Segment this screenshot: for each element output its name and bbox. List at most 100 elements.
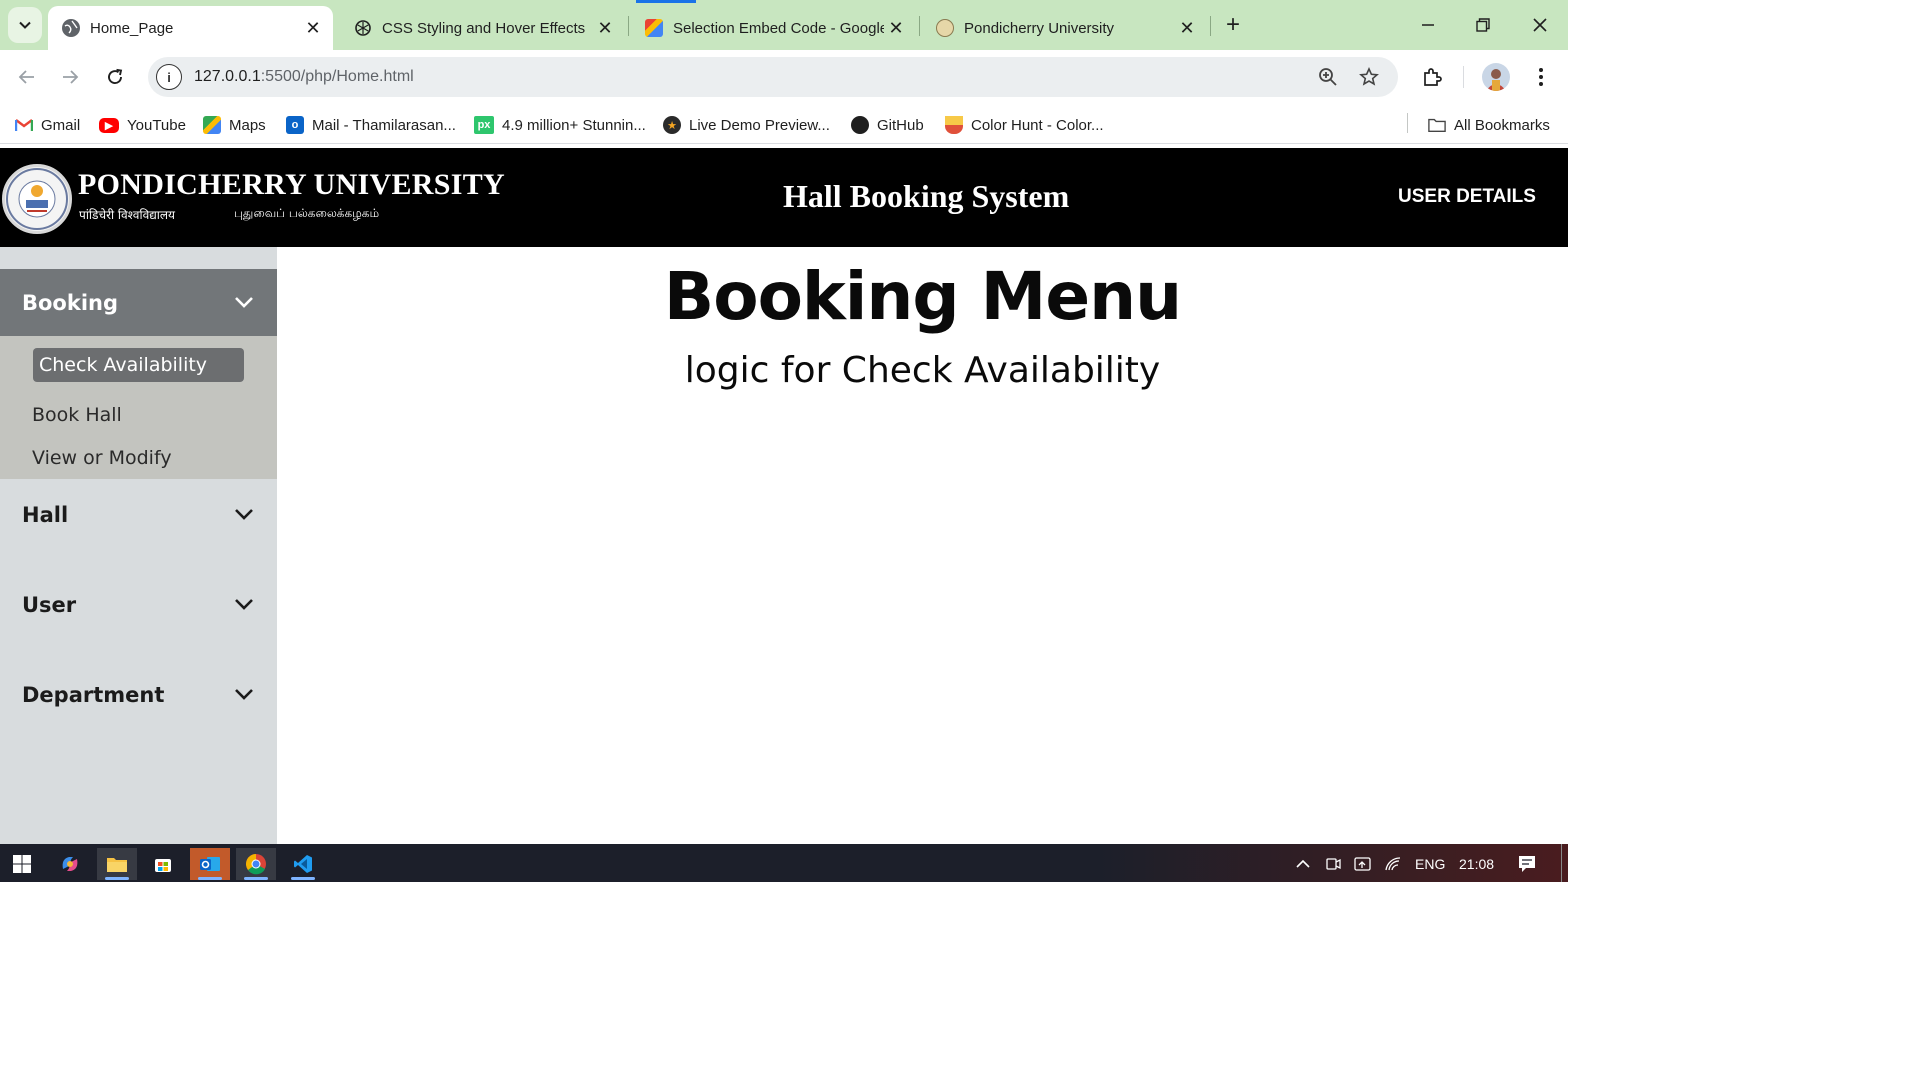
gmail-icon [15,116,33,134]
tab-loading-indicator [636,0,696,3]
github-icon [851,116,869,134]
clock-time[interactable]: 21:08 [1459,856,1494,872]
sidebar-section-hall[interactable]: Hall [0,481,277,548]
submenu-item-book-hall[interactable]: Book Hall [32,404,122,426]
browser-menu-icon[interactable] [1527,63,1555,91]
colorhunt-icon [945,116,963,134]
url-host: 127.0.0.1 [194,68,261,85]
university-name-english: PONDICHERRY UNIVERSITY [78,168,505,201]
chevron-down-icon [235,689,253,700]
notifications-icon[interactable] [1507,848,1547,880]
page-subtitle: logic for Check Availability [684,350,1161,391]
tab-separator [1210,16,1211,36]
bookmark-label: Mail - Thamilarasan... [312,116,456,134]
all-bookmarks-button[interactable]: All Bookmarks [1428,114,1550,136]
back-arrow-icon[interactable] [12,62,42,92]
maps-icon [203,116,221,134]
url-path: :5500/php/Home.html [260,68,414,85]
bookmark-gmail[interactable]: Gmail [15,114,80,136]
windows-taskbar: ENG 21:08 [0,844,1568,882]
close-tab-icon[interactable]: ✕ [884,16,908,40]
toolbar-separator [1463,66,1464,88]
bookmark-label: All Bookmarks [1454,116,1550,134]
bookmark-star-icon[interactable] [1357,65,1381,89]
tab-selection-embed[interactable]: Selection Embed Code - Google ✕ [631,6,916,50]
sidebar-section-label: Booking [22,290,119,315]
page-title: Booking Menu [663,258,1182,335]
close-window-icon[interactable] [1525,10,1555,40]
sidebar-section-user[interactable]: User [0,571,277,638]
university-name-tamil: புதுவைப் பல்கலைக்கழகம் [234,206,380,220]
tab-pondicherry-university[interactable]: Pondicherry University ✕ [922,6,1207,50]
outlook-icon: o [286,116,304,134]
bookmark-color-hunt[interactable]: Color Hunt - Color... [945,114,1104,136]
vscode-icon[interactable] [283,848,323,880]
zoom-icon[interactable] [1316,65,1340,89]
bookmark-label: Live Demo Preview... [689,116,830,134]
sidebar-section-label: Department [22,682,165,707]
tab-title: CSS Styling and Hover Effects [382,19,586,37]
bookmark-github[interactable]: GitHub [851,114,924,136]
address-bar[interactable]: i 127.0.0.1:5500/php/Home.html [148,57,1398,97]
chevron-down-icon [235,297,253,308]
copilot-icon[interactable] [50,848,90,880]
forward-arrow-icon[interactable] [55,62,85,92]
bookmark-label: 4.9 million+ Stunnin... [502,116,646,134]
sidebar-section-label: Hall [22,502,69,527]
microsoft-store-icon[interactable] [143,848,183,880]
tab-title: Pondicherry University [964,19,1115,37]
site-info-icon[interactable]: i [156,64,182,90]
outlook-taskbar-icon[interactable] [190,848,230,880]
user-details-link[interactable]: USER DETAILS [1398,186,1536,208]
submenu-item-check-availability[interactable]: Check Availability [33,348,244,382]
bookmark-label: Maps [229,116,266,134]
chevron-down-icon [235,599,253,610]
university-seal-logo [2,164,72,234]
chrome-taskbar-icon[interactable] [236,848,276,880]
folder-icon [1428,116,1446,134]
chevron-down-icon [235,509,253,520]
globe-icon [62,19,80,37]
youtube-icon: ▶ [99,117,119,133]
bookmark-label: YouTube [127,116,186,134]
new-tab-button[interactable]: + [1220,10,1246,40]
tab-css-styling[interactable]: CSS Styling and Hover Effects ✕ [340,6,625,50]
tab-search-button[interactable] [8,7,42,43]
restore-icon[interactable] [1468,10,1498,40]
profile-avatar[interactable] [1482,63,1510,91]
tab-title: Home_Page [90,19,174,37]
bookmark-outlook-mail[interactable]: o Mail - Thamilarasan... [286,114,456,136]
close-tab-icon[interactable]: ✕ [301,16,325,40]
bookmark-maps[interactable]: Maps [203,114,266,136]
sidebar-section-department[interactable]: Department [0,661,277,728]
url-text[interactable]: 127.0.0.1:5500/php/Home.html [194,68,414,86]
bookmark-youtube[interactable]: ▶ YouTube [99,114,186,136]
chevron-down-icon [19,21,31,29]
tab-home-page[interactable]: Home_Page ✕ [48,6,333,50]
close-tab-icon[interactable]: ✕ [1175,16,1199,40]
active-indicator [105,877,129,880]
submenu-item-view-or-modify[interactable]: View or Modify [32,447,172,469]
university-seal-icon [936,19,954,37]
minimize-icon[interactable] [1413,10,1443,40]
wifi-icon[interactable] [1373,848,1413,880]
openai-icon [354,19,372,37]
language-indicator[interactable]: ENG [1415,856,1445,872]
file-explorer-icon[interactable] [97,848,137,880]
active-indicator [198,877,222,880]
bookmark-label: Color Hunt - Color... [971,116,1104,134]
pixabay-icon: px [474,116,494,134]
bookmark-live-demo[interactable]: ★ Live Demo Preview... [663,114,830,136]
tab-title: Selection Embed Code - Google [673,19,884,37]
bookmark-label: Gmail [41,116,81,134]
show-desktop-button[interactable] [1561,844,1562,882]
reload-icon[interactable] [100,62,130,92]
star-badge-icon: ★ [663,116,681,134]
bookmarks-separator [1407,113,1408,133]
sidebar-section-booking[interactable]: Booking [0,269,277,336]
google-embed-icon [645,19,663,37]
close-tab-icon[interactable]: ✕ [593,16,617,40]
bookmark-pixabay[interactable]: px 4.9 million+ Stunnin... [474,114,646,136]
extensions-icon[interactable] [1418,63,1446,91]
windows-start-icon[interactable] [2,848,42,880]
